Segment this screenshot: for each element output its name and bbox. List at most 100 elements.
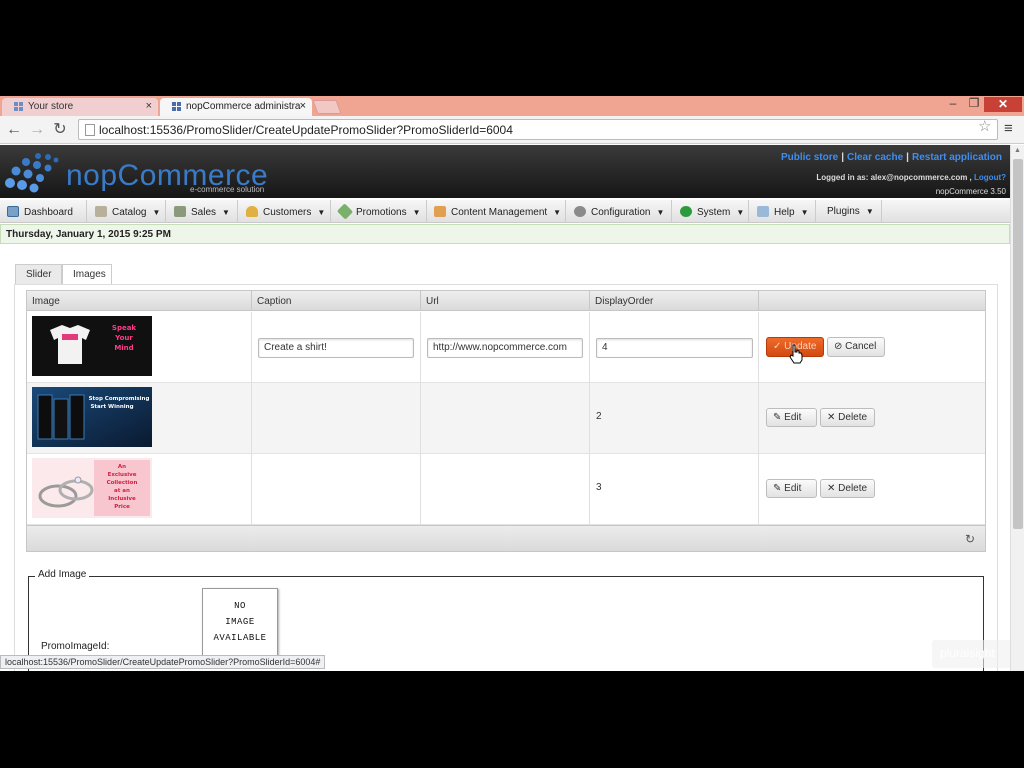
page-icon: [85, 124, 95, 136]
menu-item-sales[interactable]: Sales ▼: [166, 200, 238, 223]
menu-label: Sales: [191, 207, 217, 218]
restart-application-link[interactable]: Restart application: [912, 152, 1002, 163]
menu-item-promotions[interactable]: Promotions ▼: [331, 200, 427, 223]
browser-tab-admin[interactable]: nopCommerce administra ×: [160, 98, 312, 116]
caption-cell: [252, 383, 421, 454]
promotions-icon: [336, 203, 354, 220]
svg-text:Stop Compromising: Stop Compromising: [89, 396, 150, 402]
customers-icon: [246, 206, 258, 217]
image-cell: Speak Your Mind: [27, 312, 252, 383]
svg-text:Collection: Collection: [107, 480, 138, 486]
menu-item-system[interactable]: System ▼: [672, 200, 749, 223]
rings-promo-image: An Exclusive Collection at an Inclusive …: [32, 458, 152, 518]
delete-button[interactable]: ✕ Delete: [820, 408, 875, 427]
displayorder-value: 2: [596, 411, 602, 422]
svg-text:An: An: [118, 464, 126, 470]
scroll-up-icon[interactable]: ▲: [1014, 147, 1021, 154]
check-icon: ✓: [773, 341, 782, 352]
menu-item-dashboard[interactable]: Dashboard: [0, 200, 87, 223]
bookmark-star-icon[interactable]: ☆: [978, 117, 991, 135]
no-image-line: IMAGE: [225, 617, 255, 627]
column-header-image[interactable]: Image: [27, 291, 252, 311]
reload-icon[interactable]: ↻: [50, 120, 70, 140]
image-cell: An Exclusive Collection at an Inclusive …: [27, 454, 252, 525]
address-url: localhost:15536/PromoSlider/CreateUpdate…: [99, 123, 513, 137]
scrollbar-thumb[interactable]: [1013, 159, 1023, 529]
no-image-line: AVAILABLE: [213, 633, 267, 643]
menu-item-plugins[interactable]: Plugins ▼: [816, 200, 882, 223]
caption-cell: [252, 454, 421, 525]
browser-window: Your store × nopCommerce administra × – …: [0, 96, 1024, 671]
status-bar: localhost:15536/PromoSlider/CreateUpdate…: [0, 655, 326, 669]
table-row: An Exclusive Collection at an Inclusive …: [27, 454, 985, 525]
caret-down-icon: ▼: [553, 208, 562, 217]
browser-tab-your-store[interactable]: Your store ×: [2, 98, 158, 116]
svg-text:Your: Your: [114, 334, 133, 342]
menu-item-customers[interactable]: Customers ▼: [238, 200, 331, 223]
grid-favicon-icon: [172, 102, 181, 111]
displayorder-cell: 3: [590, 454, 759, 525]
edit-button[interactable]: ✎ Edit: [766, 408, 817, 427]
edit-label: Edit: [784, 483, 802, 494]
displayorder-input[interactable]: 4: [596, 338, 753, 358]
cancel-button[interactable]: ⊘ Cancel: [827, 337, 885, 357]
tab-images[interactable]: Images: [62, 264, 112, 286]
column-header-url[interactable]: Url: [421, 291, 590, 311]
actions-cell: ✎ Edit ✕ Delete: [759, 454, 985, 525]
maximize-button[interactable]: ❐: [966, 96, 982, 112]
address-bar[interactable]: localhost:15536/PromoSlider/CreateUpdate…: [78, 119, 998, 140]
back-arrow-icon[interactable]: ←: [4, 120, 24, 140]
menu-item-content-management[interactable]: Content Management ▼: [427, 200, 566, 223]
new-tab-button[interactable]: [312, 100, 342, 114]
edit-button[interactable]: ✎ Edit: [766, 479, 817, 498]
refresh-icon[interactable]: ↻: [965, 532, 975, 546]
svg-text:at an: at an: [114, 488, 130, 494]
tab-slider[interactable]: Slider: [15, 264, 62, 285]
tab-label: Your store: [28, 101, 74, 112]
computer-promo-image: Stop Compromising Start Winning: [32, 387, 152, 447]
column-header-displayorder[interactable]: DisplayOrder: [590, 291, 759, 311]
menu-item-catalog[interactable]: Catalog ▼: [87, 200, 166, 223]
menu-item-help[interactable]: Help ▼: [749, 200, 816, 223]
forward-arrow-icon[interactable]: →: [27, 120, 47, 140]
add-image-legend: Add Image: [35, 569, 90, 580]
url-input[interactable]: http://www.nopcommerce.com: [427, 338, 583, 358]
close-window-button[interactable]: ✕: [984, 97, 1022, 112]
minimize-button[interactable]: –: [940, 96, 966, 112]
grid-header: Image Caption Url DisplayOrder: [27, 291, 985, 311]
tab-close-icon[interactable]: ×: [146, 100, 152, 112]
caret-down-icon: ▼: [317, 208, 326, 217]
logged-in-info: Logged in as: alex@nopcommerce.com , Log…: [816, 173, 1006, 182]
column-header-caption[interactable]: Caption: [252, 291, 421, 311]
caret-down-icon: ▼: [800, 208, 809, 217]
content-icon: [434, 206, 446, 217]
vertical-scrollbar[interactable]: ▲: [1010, 145, 1024, 671]
url-cell: [421, 383, 590, 454]
displayorder-cell: 4: [590, 312, 759, 383]
date-bar: Thursday, January 1, 2015 9:25 PM: [0, 224, 1010, 244]
clear-cache-link[interactable]: Clear cache: [847, 152, 903, 163]
delete-label: Delete: [838, 412, 868, 423]
menu-label: System: [697, 207, 731, 218]
svg-text:Mind: Mind: [114, 344, 133, 352]
caption-input[interactable]: Create a shirt!: [258, 338, 414, 358]
url-cell: [421, 454, 590, 525]
displayorder-value: 3: [596, 482, 602, 493]
tab-close-icon[interactable]: ×: [300, 100, 306, 112]
svg-text:Speak: Speak: [112, 324, 137, 332]
grid-footer: ↻: [27, 525, 985, 551]
delete-label: Delete: [838, 483, 868, 494]
image-cell: Stop Compromising Start Winning: [27, 383, 252, 454]
public-store-link[interactable]: Public store: [781, 152, 838, 163]
configuration-icon: [574, 206, 586, 217]
delete-button[interactable]: ✕ Delete: [820, 479, 875, 498]
pencil-icon: ✎: [773, 483, 782, 494]
menu-label: Plugins: [827, 206, 860, 217]
menu-label: Dashboard: [24, 207, 73, 218]
help-icon: [757, 206, 769, 217]
svg-text:Inclusive: Inclusive: [108, 496, 136, 502]
no-image-placeholder: NO IMAGE AVAILABLE: [202, 588, 278, 658]
menu-icon[interactable]: ≡: [1004, 120, 1013, 137]
menu-item-configuration[interactable]: Configuration ▼: [566, 200, 672, 223]
logout-link[interactable]: Logout?: [974, 173, 1006, 182]
